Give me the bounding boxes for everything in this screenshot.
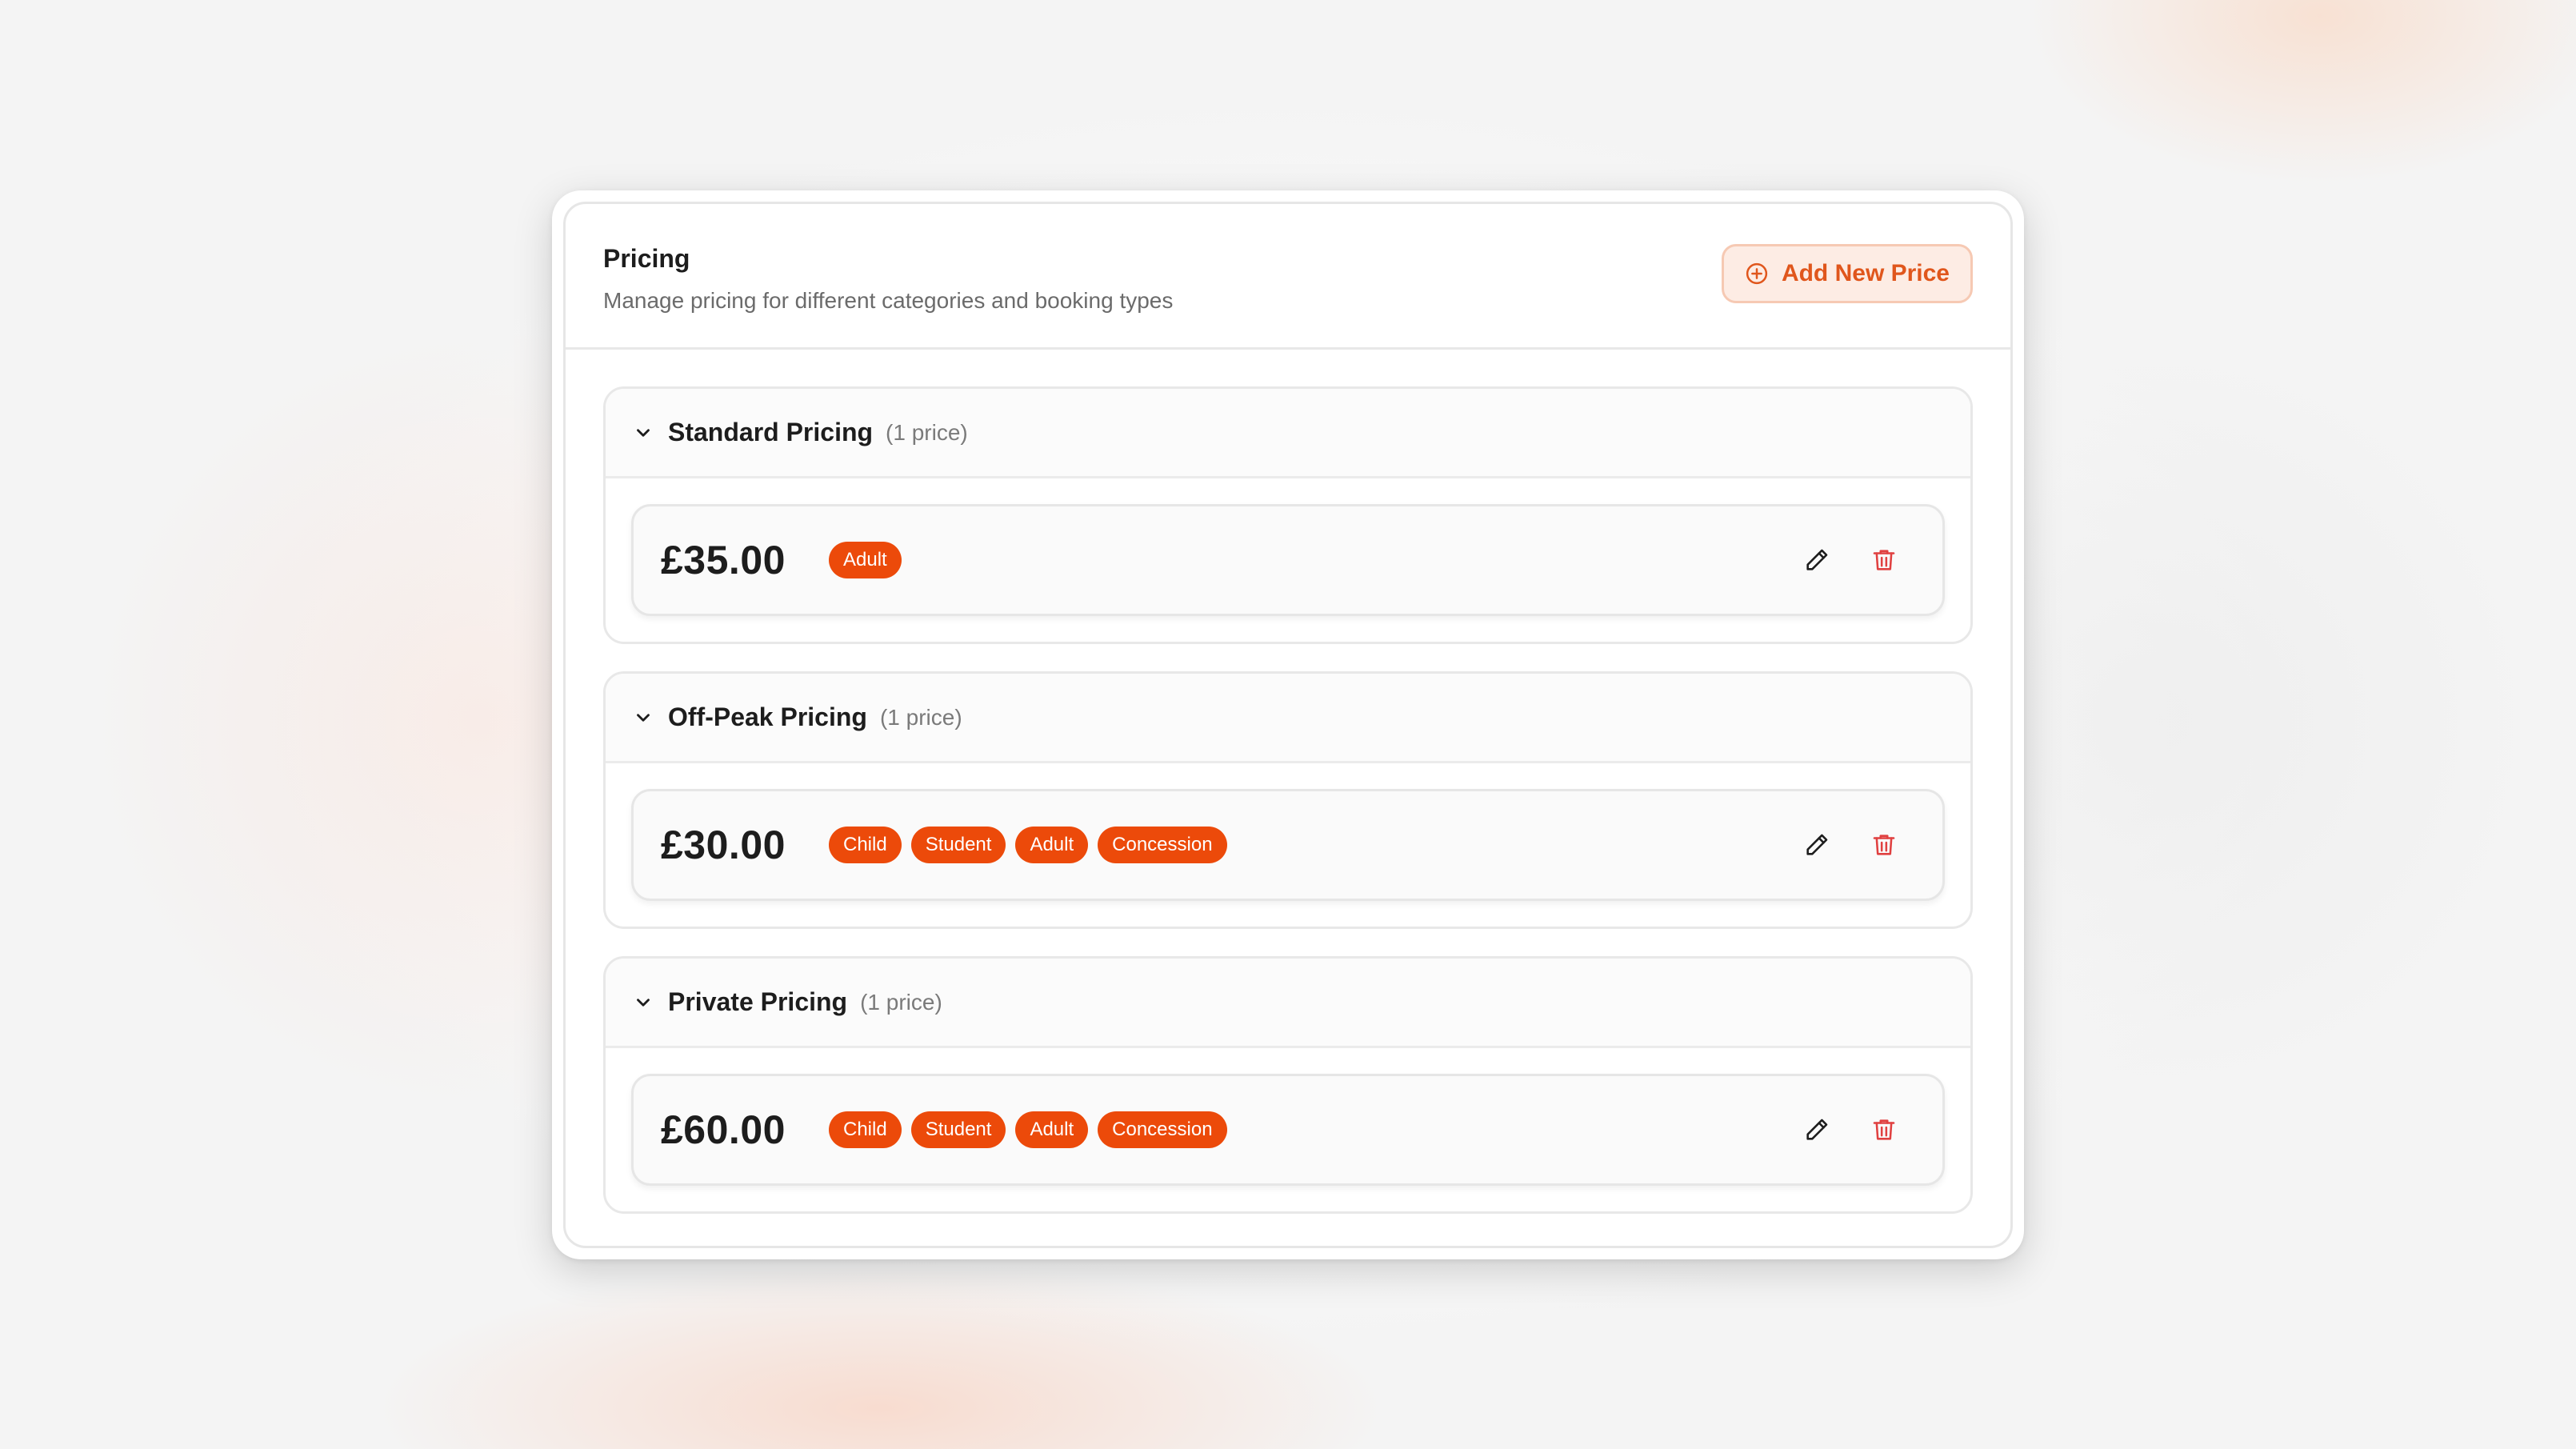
pencil-icon[interactable] [1803, 546, 1830, 574]
group-header[interactable]: Standard Pricing (1 price) [606, 389, 1970, 478]
row-actions [1803, 1116, 1898, 1143]
group-header[interactable]: Off-Peak Pricing (1 price) [606, 674, 1970, 763]
group-body: £30.00 Child Student Adult Concession [606, 763, 1970, 927]
pencil-icon[interactable] [1803, 1116, 1830, 1143]
category-badge: Student [910, 827, 1006, 863]
trash-icon[interactable] [1870, 831, 1898, 859]
trash-icon[interactable] [1870, 1116, 1898, 1143]
price-amount: £30.00 [661, 823, 786, 867]
category-badges: Adult [829, 542, 902, 578]
category-badges: Child Student Adult Concession [829, 1111, 1227, 1148]
card-header: Pricing Manage pricing for different cat… [566, 204, 2010, 350]
category-badge: Concession [1098, 1111, 1227, 1148]
category-badge: Child [829, 1111, 902, 1148]
chevron-down-icon[interactable] [633, 992, 654, 1013]
trash-icon[interactable] [1870, 546, 1898, 574]
add-new-price-label: Add New Price [1781, 260, 1950, 286]
group-header[interactable]: Private Pricing (1 price) [606, 959, 1970, 1048]
category-badge: Adult [829, 542, 902, 578]
plus-circle-icon [1746, 262, 1768, 285]
group-count: (1 price) [886, 419, 968, 445]
add-new-price-button[interactable]: Add New Price [1721, 244, 1973, 303]
price-row: £60.00 Child Student Adult Concession [631, 1074, 1945, 1186]
group-body: £60.00 Child Student Adult Concession [606, 1048, 1970, 1211]
category-badges: Child Student Adult Concession [829, 827, 1227, 863]
category-badge: Student [910, 1111, 1006, 1148]
pricing-card: Pricing Manage pricing for different cat… [563, 202, 2013, 1248]
group-count: (1 price) [860, 989, 942, 1015]
pricing-group-off-peak: Off-Peak Pricing (1 price) £30.00 Child … [603, 671, 1973, 929]
row-actions [1803, 546, 1898, 574]
pricing-groups: Standard Pricing (1 price) £35.00 Adult [566, 350, 2010, 1214]
group-count: (1 price) [879, 704, 962, 730]
group-name: Standard Pricing [668, 418, 874, 446]
chevron-down-icon[interactable] [633, 422, 654, 443]
group-name: Off-Peak Pricing [668, 702, 867, 731]
pricing-panel: Pricing Manage pricing for different cat… [552, 190, 2024, 1259]
row-actions [1803, 831, 1898, 859]
pricing-group-private: Private Pricing (1 price) £60.00 Child S… [603, 956, 1973, 1214]
price-amount: £60.00 [661, 1107, 786, 1152]
category-badge: Adult [1015, 827, 1089, 863]
category-badge: Concession [1098, 827, 1227, 863]
pricing-group-standard: Standard Pricing (1 price) £35.00 Adult [603, 386, 1973, 644]
pencil-icon[interactable] [1803, 831, 1830, 859]
price-row: £30.00 Child Student Adult Concession [631, 789, 1945, 901]
category-badge: Adult [1015, 1111, 1089, 1148]
chevron-down-icon[interactable] [633, 707, 654, 728]
price-row: £35.00 Adult [631, 504, 1945, 616]
group-name: Private Pricing [668, 987, 848, 1016]
price-amount: £35.00 [661, 538, 786, 582]
group-body: £35.00 Adult [606, 478, 1970, 642]
category-badge: Child [829, 827, 902, 863]
